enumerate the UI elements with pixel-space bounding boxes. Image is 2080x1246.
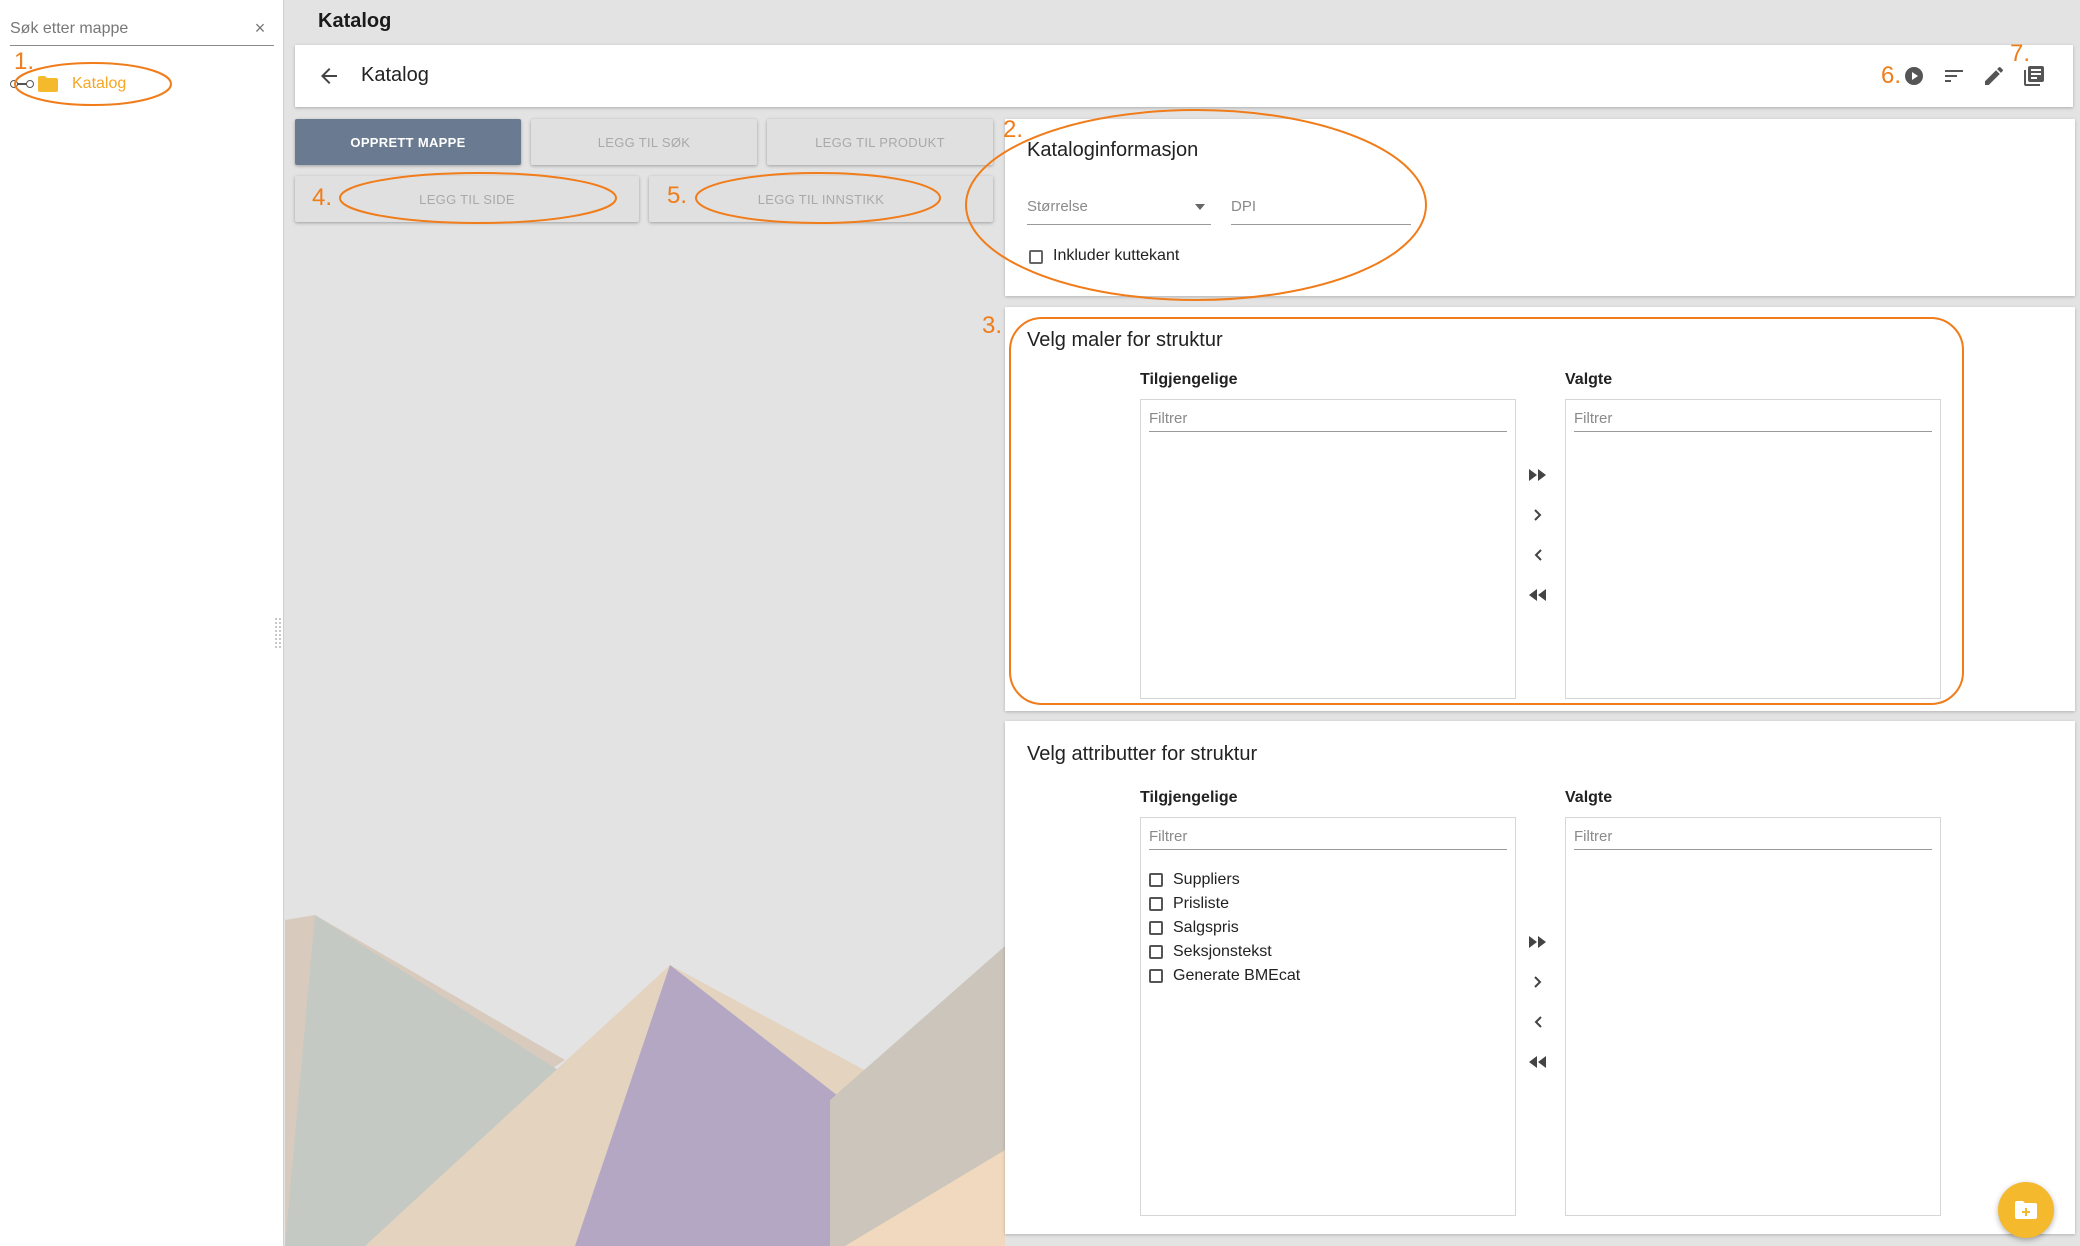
tree-item-label[interactable]: Katalog (72, 75, 126, 93)
templates-selected-filter-input[interactable] (1574, 406, 1932, 431)
folder-add-icon (2015, 1201, 2037, 1219)
annotation-number: 1. (14, 48, 35, 75)
include-bleed-checkbox[interactable] (1029, 250, 1043, 264)
move-all-right-icon[interactable] (1526, 463, 1550, 487)
attributes-card: Velg attributter for struktur Tilgjengel… (1005, 721, 2075, 1234)
templates-available-label: Tilgjengelige (1140, 371, 1238, 388)
templates-selected-filter[interactable] (1574, 406, 1932, 432)
folder-search-input[interactable] (10, 14, 240, 44)
move-right-icon[interactable] (1526, 503, 1550, 527)
include-bleed-label: Inkluder kuttekant (1053, 247, 1180, 264)
create-folder-fab[interactable] (1998, 1182, 2054, 1238)
annotation-number: 2. (1003, 116, 1024, 143)
attributes-selected-label: Valgte (1565, 789, 1613, 806)
list-item-checkbox[interactable] (1149, 921, 1163, 935)
list-item-label: Seksjonstekst (1173, 943, 1272, 960)
annotation-number: 4. (312, 184, 333, 211)
attributes-selected-list[interactable] (1565, 817, 1941, 1216)
create-folder-button[interactable]: OPPRETT MAPPE (295, 119, 521, 165)
chevron-down-icon[interactable] (1195, 204, 1205, 210)
list-item-label: Prisliste (1173, 895, 1230, 912)
sort-icon[interactable] (1942, 64, 1966, 88)
edit-icon[interactable] (1982, 64, 2006, 88)
dpi-field[interactable] (1231, 189, 1411, 225)
list-item[interactable]: Salgspris (1149, 918, 1239, 938)
move-left-icon[interactable] (1526, 1010, 1550, 1034)
clear-icon[interactable]: × (250, 18, 270, 38)
list-item-label: Suppliers (1173, 871, 1240, 888)
list-item[interactable]: Suppliers (1149, 870, 1240, 890)
folder-icon (38, 76, 58, 92)
templates-card: Velg maler for struktur Tilgjengelige Va… (1005, 307, 2075, 711)
templates-available-filter[interactable] (1149, 406, 1507, 432)
attributes-available-filter-input[interactable] (1149, 824, 1507, 849)
list-item-label: Generate BMEcat (1173, 967, 1301, 984)
attributes-selected-filter[interactable] (1574, 824, 1932, 850)
add-product-button[interactable]: LEGG TIL PRODUKT (767, 119, 993, 165)
list-item[interactable]: Prisliste (1149, 894, 1229, 914)
back-arrow-icon[interactable] (317, 64, 341, 88)
add-search-button[interactable]: LEGG TIL SØK (531, 119, 757, 165)
catalog-info-title: Kataloginformasjon (1027, 139, 1199, 161)
resize-handle[interactable] (275, 618, 281, 648)
add-page-button[interactable]: LEGG TIL SIDE (295, 176, 639, 222)
templates-available-list[interactable] (1140, 399, 1516, 699)
attributes-available-filter[interactable] (1149, 824, 1507, 850)
folder-search: × (10, 14, 274, 46)
annotation-number: 7. (2010, 40, 2031, 67)
move-right-icon[interactable] (1526, 970, 1550, 994)
play-circle-icon[interactable] (1902, 64, 1926, 88)
attributes-available-list[interactable]: Suppliers Prisliste Salgspris Seksjonste… (1140, 817, 1516, 1216)
list-item[interactable]: Generate BMEcat (1149, 966, 1300, 986)
annotation-number: 6. (1881, 62, 1902, 89)
list-item-checkbox[interactable] (1149, 897, 1163, 911)
annotation-number: 5. (667, 182, 688, 209)
annotation-number: 3. (982, 312, 1003, 339)
templates-available-filter-input[interactable] (1149, 406, 1507, 431)
attributes-available-label: Tilgjengelige (1140, 789, 1238, 806)
add-insert-button[interactable]: LEGG TIL INNSTIKK (649, 176, 993, 222)
list-item[interactable]: Seksjonstekst (1149, 942, 1272, 962)
catalog-info-card: Kataloginformasjon Inkluder kuttekant (1005, 119, 2075, 296)
dpi-input[interactable] (1231, 189, 1411, 224)
tree-connector-icon[interactable] (10, 80, 34, 88)
move-all-left-icon[interactable] (1526, 1050, 1550, 1074)
size-dropdown[interactable] (1027, 189, 1211, 225)
toolbar-title: Katalog (361, 64, 429, 86)
attributes-title: Velg attributter for struktur (1027, 743, 1258, 765)
toolbar: Katalog (295, 45, 2073, 107)
list-item-checkbox[interactable] (1149, 969, 1163, 983)
move-all-right-icon[interactable] (1526, 930, 1550, 954)
templates-title: Velg maler for struktur (1027, 329, 1223, 351)
attributes-selected-filter-input[interactable] (1574, 824, 1932, 849)
list-item-checkbox[interactable] (1149, 873, 1163, 887)
list-item-label: Salgspris (1173, 919, 1239, 936)
list-item-checkbox[interactable] (1149, 945, 1163, 959)
move-left-icon[interactable] (1526, 543, 1550, 567)
size-select[interactable] (1027, 189, 1211, 224)
folder-sidebar: × Katalog (0, 0, 284, 1246)
templates-selected-label: Valgte (1565, 371, 1613, 388)
move-all-left-icon[interactable] (1526, 583, 1550, 607)
templates-selected-list[interactable] (1565, 399, 1941, 699)
page-title: Katalog (318, 10, 392, 32)
